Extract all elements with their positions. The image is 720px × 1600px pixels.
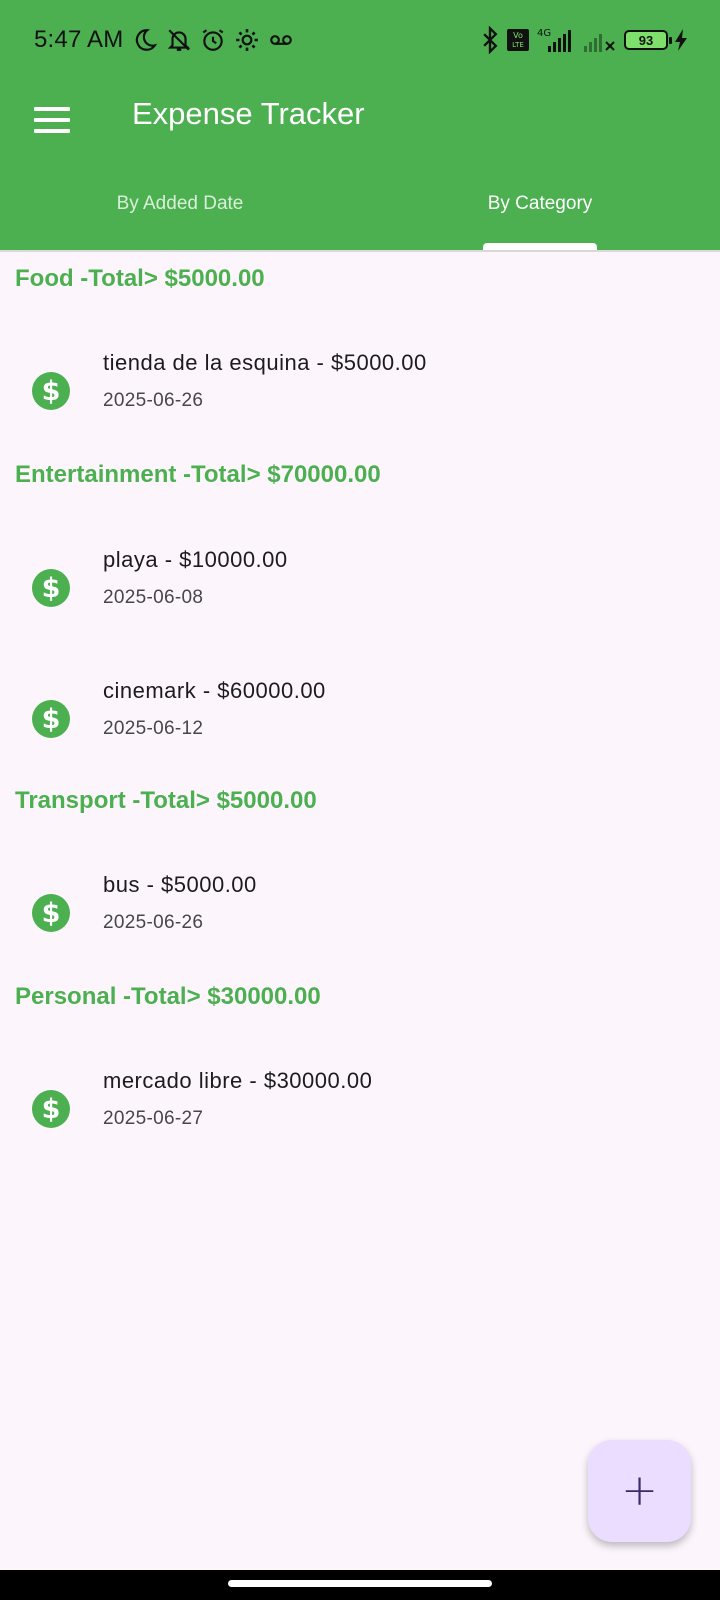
status-time: 5:47 AM xyxy=(34,26,124,53)
add-expense-button[interactable]: + xyxy=(588,1440,691,1542)
expense-date: 2025-06-26 xyxy=(103,390,204,411)
dollar-icon: $ xyxy=(32,700,70,738)
settings-gear-icon xyxy=(236,29,258,51)
menu-button[interactable] xyxy=(28,96,76,144)
expense-title: playa - $10000.00 xyxy=(103,547,288,572)
expense-date: 2025-06-27 xyxy=(103,1108,204,1129)
status-notification-icons xyxy=(132,27,294,53)
dollar-icon: $ xyxy=(32,569,70,607)
battery-indicator: 93 xyxy=(624,30,672,50)
menu-icon-line xyxy=(34,118,70,122)
home-gesture-handle[interactable] xyxy=(228,1580,492,1587)
svg-text:Vo: Vo xyxy=(513,31,523,40)
menu-icon-line xyxy=(34,107,70,111)
expense-title: bus - $5000.00 xyxy=(103,872,257,897)
signal-4g-icon: 4G xyxy=(537,28,571,52)
expense-title: tienda de la esquina - $5000.00 xyxy=(103,350,427,375)
expense-item[interactable]: $ bus - $5000.00 2025-06-26 xyxy=(0,866,720,966)
dollar-icon: $ xyxy=(32,1090,70,1128)
charging-bolt-icon xyxy=(675,29,687,51)
category-header-food: Food -Total> $5000.00 xyxy=(15,265,265,292)
tab-label: By Category xyxy=(487,193,593,214)
signal-weak-icon xyxy=(584,34,615,52)
moon-icon xyxy=(135,29,158,51)
expense-date: 2025-06-26 xyxy=(103,912,204,933)
system-navigation-bar xyxy=(0,1570,720,1600)
dollar-icon: $ xyxy=(32,894,70,932)
tab-divider xyxy=(0,250,720,252)
svg-text:LTE: LTE xyxy=(512,41,524,49)
category-header-transport: Transport -Total> $5000.00 xyxy=(15,787,317,814)
expense-item[interactable]: $ mercado libre - $30000.00 2025-06-27 xyxy=(0,1062,720,1162)
app-bar: Expense Tracker xyxy=(0,82,720,162)
voicemail-icon xyxy=(270,35,292,45)
expense-item[interactable]: $ playa - $10000.00 2025-06-08 xyxy=(0,541,720,641)
active-tab-indicator xyxy=(483,243,597,250)
expense-date: 2025-06-08 xyxy=(103,587,204,608)
category-header-personal: Personal -Total> $30000.00 xyxy=(15,983,321,1010)
tab-by-added-date[interactable]: By Added Date xyxy=(0,175,360,250)
category-header-entertainment: Entertainment -Total> $70000.00 xyxy=(15,461,381,488)
status-system-icons: Vo LTE 4G 93 xyxy=(480,26,688,54)
dollar-icon: $ xyxy=(32,372,70,410)
status-bar: 5:47 AM Vo LTE 4G 93 xyxy=(0,0,720,82)
expense-item[interactable]: $ tienda de la esquina - $5000.00 2025-0… xyxy=(0,344,720,444)
tab-bar: By Added Date By Category xyxy=(0,175,720,250)
expense-title: cinemark - $60000.00 xyxy=(103,678,326,703)
tab-by-category[interactable]: By Category xyxy=(360,175,720,250)
expense-item[interactable]: $ cinemark - $60000.00 2025-06-12 xyxy=(0,672,720,772)
bluetooth-icon xyxy=(483,26,498,54)
tab-label: By Added Date xyxy=(116,193,244,214)
volte-icon: VoLTE xyxy=(507,29,529,51)
expense-title: mercado libre - $30000.00 xyxy=(103,1068,373,1093)
app-title: Expense Tracker xyxy=(132,96,365,131)
plus-icon: + xyxy=(621,1465,658,1516)
expense-date: 2025-06-12 xyxy=(103,718,204,739)
svg-text:4G: 4G xyxy=(537,28,551,39)
alarm-icon xyxy=(202,29,224,51)
bell-off-icon xyxy=(167,29,191,51)
menu-icon-line xyxy=(34,129,70,133)
